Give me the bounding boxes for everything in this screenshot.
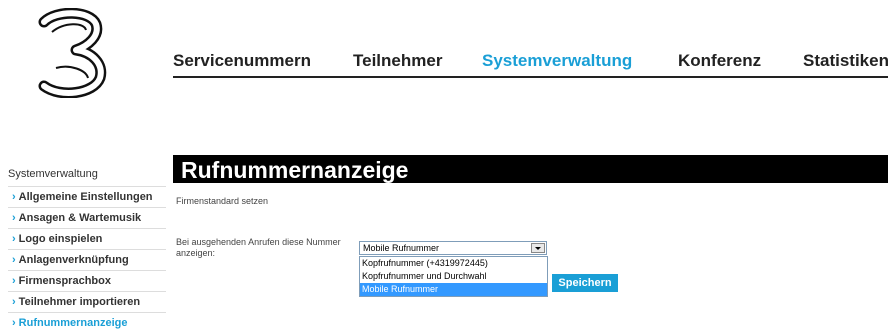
nav-statistiken[interactable]: Statistiken <box>803 51 888 71</box>
page-title-bar: Rufnummernanzeige <box>173 155 888 183</box>
nav-konferenz[interactable]: Konferenz <box>678 51 761 71</box>
sidebar-item-label: Rufnummernanzeige <box>18 317 128 329</box>
chevron-down-icon[interactable] <box>531 243 545 253</box>
caller-id-select[interactable]: Mobile Rufnummer <box>359 241 547 255</box>
sidebar: Systemverwaltung › Allgemeine Einstellung… <box>8 164 166 333</box>
sidebar-item-label: Firmensprachbox <box>18 275 111 287</box>
sidebar-item-label: Anlagenverknüpfung <box>18 254 129 266</box>
sidebar-item-allgemeine-einstellungen[interactable]: › Allgemeine Einstellungen <box>8 187 166 208</box>
sidebar-item-rufnummernanzeige[interactable]: › Rufnummernanzeige <box>8 313 166 333</box>
chevron-right-icon: › <box>12 212 16 224</box>
page-title: Rufnummernanzeige <box>181 157 409 183</box>
nav-servicenummern[interactable]: Servicenummern <box>173 51 311 71</box>
nav-teilnehmer[interactable]: Teilnehmer <box>353 51 442 71</box>
sidebar-item-firmensprachbox[interactable]: › Firmensprachbox <box>8 271 166 292</box>
caller-id-label: Bei ausgehenden Anrufen diese Nummer anz… <box>176 237 341 258</box>
sidebar-title: Systemverwaltung <box>8 164 166 187</box>
save-button[interactable]: Speichern <box>552 274 618 292</box>
chevron-right-icon: › <box>12 296 16 308</box>
caller-id-select-value: Mobile Rufnummer <box>363 243 440 253</box>
chevron-right-icon: › <box>12 233 16 245</box>
nav-systemverwaltung[interactable]: Systemverwaltung <box>482 51 632 71</box>
sidebar-item-teilnehmer-importieren[interactable]: › Teilnehmer importieren <box>8 292 166 313</box>
chevron-right-icon: › <box>12 275 16 287</box>
chevron-right-icon: › <box>12 254 16 266</box>
sidebar-item-label: Logo einspielen <box>18 233 103 245</box>
top-navigation: Servicenummern Teilnehmer Systemverwaltu… <box>173 44 888 78</box>
sidebar-item-label: Teilnehmer importieren <box>18 296 141 308</box>
sidebar-item-ansagen-wartemusik[interactable]: › Ansagen & Wartemusik <box>8 208 166 229</box>
dropdown-option-kopfrufnummer[interactable]: Kopfrufnummer (+4319972445) <box>360 257 547 270</box>
sidebar-item-logo-einspielen[interactable]: › Logo einspielen <box>8 229 166 250</box>
sidebar-item-label: Ansagen & Wartemusik <box>18 212 142 224</box>
three-logo-icon <box>38 8 107 98</box>
sidebar-item-anlagenverknuepfung[interactable]: › Anlagenverknüpfung <box>8 250 166 271</box>
dropdown-option-mobile-rufnummer[interactable]: Mobile Rufnummer <box>360 283 547 296</box>
chevron-right-icon: › <box>12 317 16 329</box>
page-subtitle: Firmenstandard setzen <box>176 196 269 206</box>
dropdown-option-kopfrufnummer-durchwahl[interactable]: Kopfrufnummer und Durchwahl <box>360 270 547 283</box>
sidebar-item-label: Allgemeine Einstellungen <box>18 191 153 203</box>
chevron-right-icon: › <box>12 191 16 203</box>
caller-id-dropdown-list: Kopfrufnummer (+4319972445) Kopfrufnumme… <box>359 256 548 297</box>
